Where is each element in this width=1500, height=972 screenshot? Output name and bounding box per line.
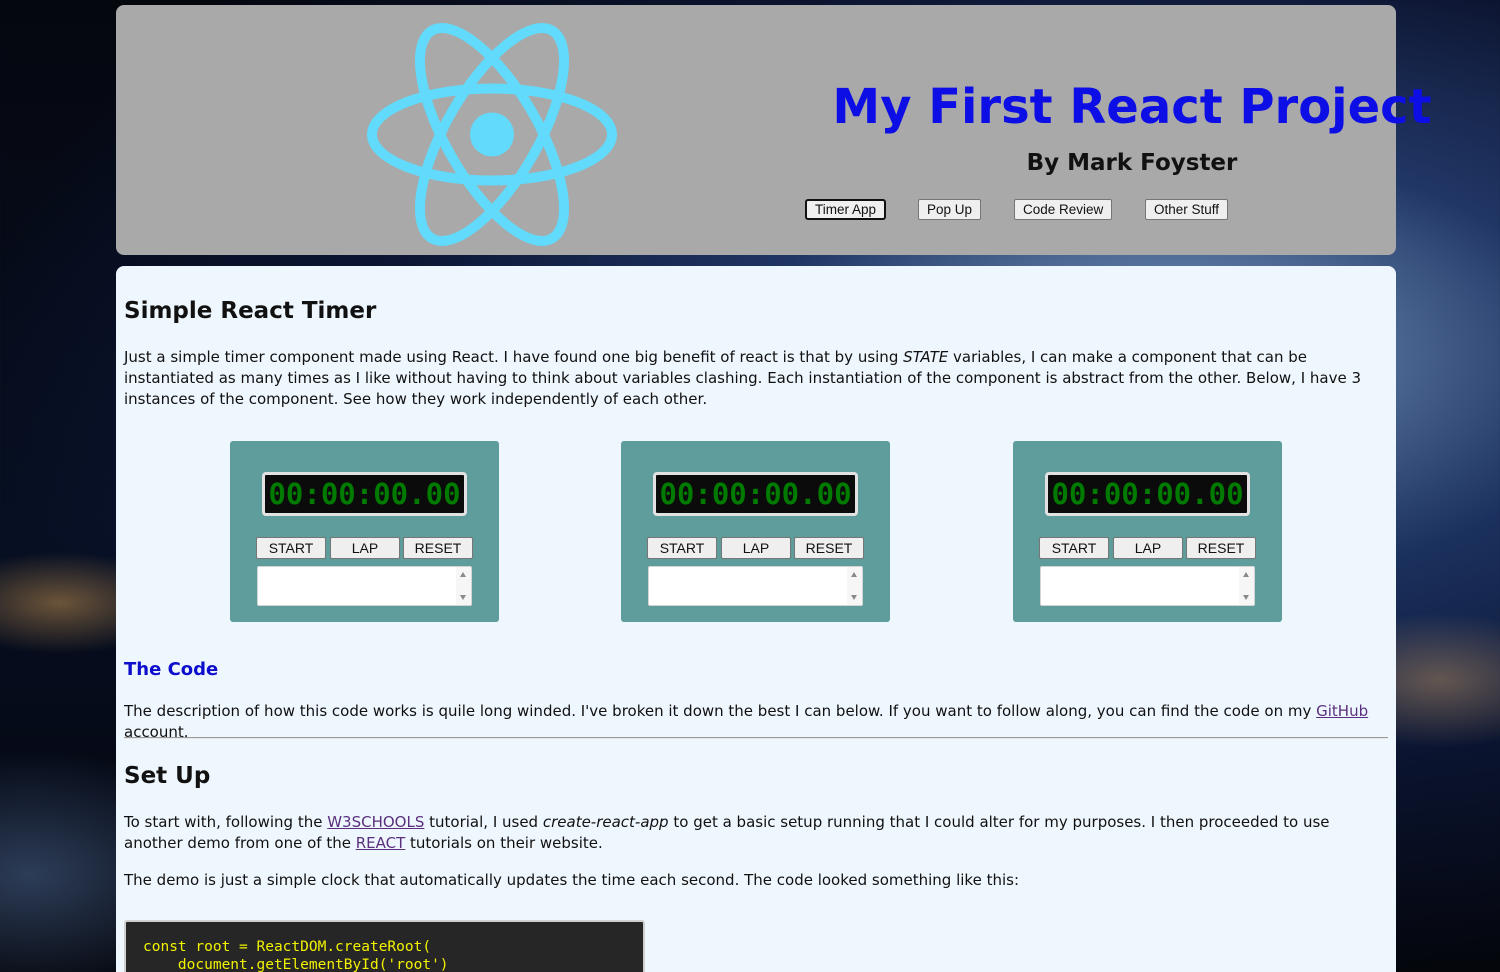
main-content: Simple React Timer Just a simple timer c…: [116, 266, 1396, 972]
timer-component-2: 00:00:00.00 START LAP RESET: [621, 441, 890, 622]
timer-component-1: 00:00:00.00 START LAP RESET: [230, 441, 499, 622]
code-heading: The Code: [124, 659, 219, 680]
github-link[interactable]: GitHub: [1316, 702, 1368, 720]
intro-paragraph: Just a simple timer component made using…: [124, 347, 1386, 410]
nav-button-other-stuff[interactable]: Other Stuff: [1145, 199, 1229, 220]
scroll-down-icon[interactable]: [460, 595, 466, 600]
create-react-app-emphasis: create-react-app: [542, 813, 669, 831]
setup-text: To start with, following the: [124, 813, 328, 831]
lap-list-scrollbar[interactable]: [456, 567, 471, 605]
lap-list-scrollbar[interactable]: [1239, 567, 1254, 605]
section-title-setup: Set Up: [124, 763, 211, 789]
react-logo-icon: [367, 23, 617, 246]
timer-reset-button[interactable]: RESET: [403, 537, 473, 559]
page-author: By Mark Foyster: [1026, 150, 1238, 176]
timer-reset-button[interactable]: RESET: [1186, 537, 1256, 559]
setup-paragraph-2: The demo is just a simple clock that aut…: [124, 871, 1019, 889]
lap-list-textarea[interactable]: [648, 566, 863, 606]
timer-start-button[interactable]: START: [256, 537, 326, 559]
react-link[interactable]: REACT: [356, 834, 406, 852]
timer-component-3: 00:00:00.00 START LAP RESET: [1013, 441, 1282, 622]
nav-button-code-review[interactable]: Code Review: [1014, 199, 1113, 220]
w3schools-link[interactable]: W3SCHOOLS: [327, 813, 424, 831]
timer-display: 00:00:00.00: [1045, 472, 1250, 516]
intro-text-start: Just a simple timer component made using…: [124, 348, 904, 366]
timer-lap-button[interactable]: LAP: [1113, 537, 1183, 559]
timer-display: 00:00:00.00: [262, 472, 467, 516]
timer-display: 00:00:00.00: [653, 472, 858, 516]
timer-start-button[interactable]: START: [1039, 537, 1109, 559]
code-line: document.getElementById('root'): [143, 957, 449, 972]
timer-start-button[interactable]: START: [647, 537, 717, 559]
scroll-down-icon[interactable]: [851, 595, 857, 600]
scroll-up-icon[interactable]: [1243, 572, 1249, 577]
page-title: My First React Project: [832, 79, 1432, 135]
scroll-down-icon[interactable]: [1243, 595, 1249, 600]
intro-emphasis-state: STATE: [903, 348, 949, 366]
setup-text: tutorial, I used: [424, 813, 543, 831]
nav-button-timer-app[interactable]: Timer App: [805, 199, 887, 220]
setup-text: tutorials on their website.: [405, 834, 603, 852]
code-snippet: const root = ReactDOM.createRoot( docume…: [124, 920, 645, 972]
lap-list-scrollbar[interactable]: [847, 567, 862, 605]
lap-list-textarea[interactable]: [1040, 566, 1255, 606]
timer-lap-button[interactable]: LAP: [721, 537, 791, 559]
setup-paragraph-1: To start with, following the W3SCHOOLS t…: [124, 812, 1386, 854]
code-desc-text: The description of how this code works i…: [124, 702, 1317, 720]
section-title-timer: Simple React Timer: [124, 298, 377, 324]
scroll-up-icon[interactable]: [460, 572, 466, 577]
nav-button-pop-up[interactable]: Pop Up: [918, 199, 982, 220]
site-header: My First React Project By Mark Foyster T…: [116, 5, 1432, 255]
lap-list-textarea[interactable]: [257, 566, 472, 606]
scroll-up-icon[interactable]: [851, 572, 857, 577]
code-line: const root = ReactDOM.createRoot(: [143, 939, 432, 955]
timer-lap-button[interactable]: LAP: [330, 537, 400, 559]
timer-reset-button[interactable]: RESET: [794, 537, 864, 559]
section-divider: [124, 737, 1388, 739]
